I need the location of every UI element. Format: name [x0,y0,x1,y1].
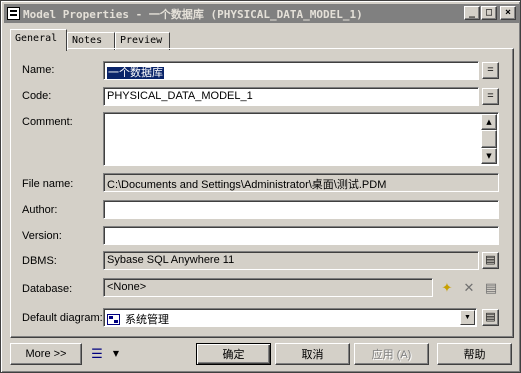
name-field[interactable]: 一个数据库 [103,61,479,80]
maximize-button[interactable]: □ [481,6,497,20]
database-field: <None> [103,278,433,297]
default-diagram-select[interactable]: 系统管理 ▼ [103,308,477,327]
name-equals-button[interactable]: = [482,62,499,79]
delete-icon[interactable]: ✕ [460,279,478,297]
file-name-field: C:\Documents and Settings\Administrator\… [103,173,499,192]
comment-scrollbar[interactable]: ▲ ▼ [481,114,497,164]
more-button[interactable]: More >> [10,343,82,365]
help-button[interactable]: 帮助 [437,343,512,365]
model-properties-window: Model Properties - 一个数据库 (PHYSICAL_DATA_… [0,0,521,373]
diagram-properties-button[interactable]: ▤ [482,309,499,326]
properties-icon: ▤ [485,311,496,323]
chevron-down-icon[interactable]: ▼ [460,310,475,325]
title-bar[interactable]: Model Properties - 一个数据库 (PHYSICAL_DATA_… [4,4,519,23]
dbms-properties-button[interactable]: ▤ [482,252,499,269]
properties-icon: ▤ [485,254,496,266]
code-label: Code: [22,90,52,102]
code-equals-button[interactable]: = [482,88,499,105]
default-diagram-label: Default diagram: [22,312,103,324]
name-label: Name: [22,64,55,76]
author-field[interactable] [103,200,499,219]
tab-general[interactable]: General [10,29,67,51]
new-icon[interactable]: ✦ [438,279,456,297]
ok-button[interactable]: 确定 [196,343,271,365]
window-title: Model Properties - 一个数据库 (PHYSICAL_DATA_… [23,8,363,21]
cancel-button[interactable]: 取消 [275,343,350,365]
scroll-thumb[interactable] [481,130,497,148]
minimize-button[interactable]: _ [464,6,480,20]
comment-field[interactable] [103,112,499,166]
close-button[interactable]: × [500,6,516,20]
default-diagram-value: 系统管理 [125,314,169,326]
model-icon [7,7,20,20]
properties-icon[interactable]: ▤ [482,279,500,297]
comment-label: Comment: [22,116,73,128]
database-label: Database: [22,283,73,295]
author-label: Author: [22,204,58,216]
chevron-down-icon[interactable]: ▼ [107,345,125,363]
scroll-up-icon[interactable]: ▲ [481,114,497,130]
version-label: Version: [22,230,62,242]
diagram-icon [107,314,120,325]
menu-icon[interactable]: ☰ [88,345,106,363]
name-value: 一个数据库 [107,67,164,79]
version-field[interactable] [103,226,499,245]
dbms-label: DBMS: [22,255,57,267]
dbms-field: Sybase SQL Anywhere 11 [103,251,479,270]
file-name-label: File name: [22,178,74,190]
code-field[interactable]: PHYSICAL_DATA_MODEL_1 [103,87,479,106]
scroll-down-icon[interactable]: ▼ [481,148,497,164]
apply-button[interactable]: 应用 (A) [354,343,429,365]
